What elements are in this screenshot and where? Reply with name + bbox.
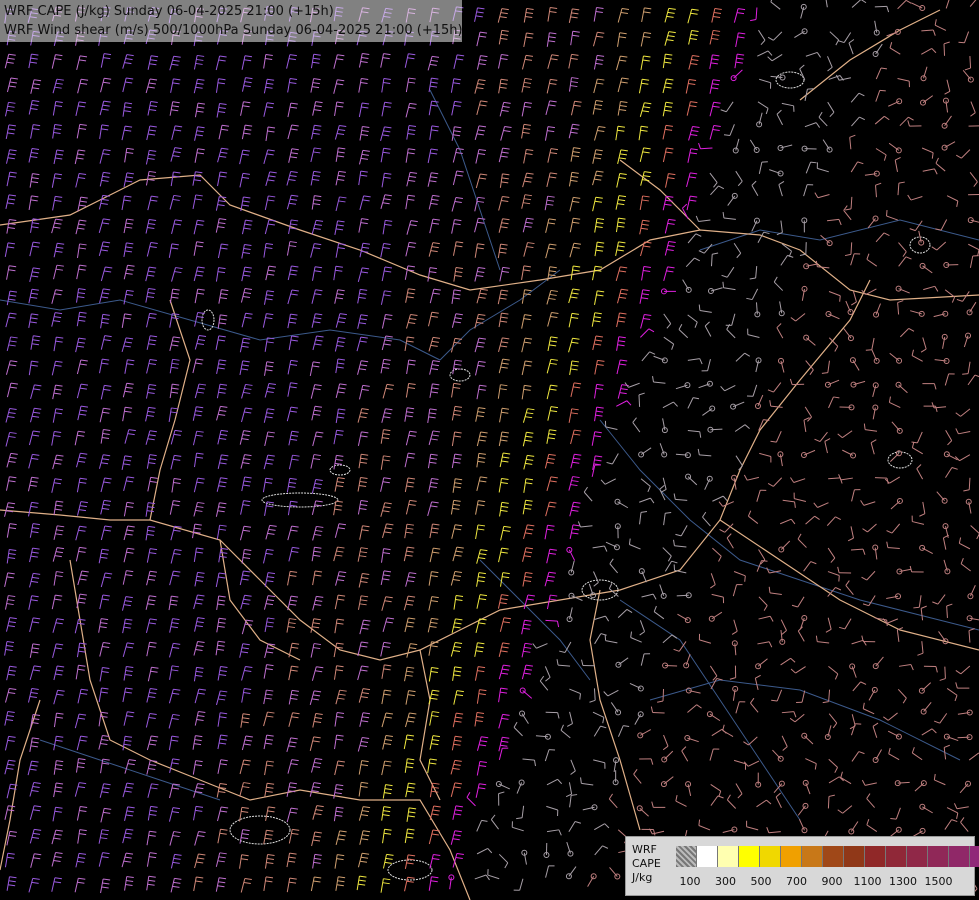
wind-barb-feather [913, 606, 920, 609]
wind-barb-feather [962, 373, 969, 375]
wind-barb-feather [958, 41, 965, 44]
weather-map [0, 0, 979, 900]
wind-barb-staff [638, 394, 641, 407]
wind-barb-staff [943, 43, 946, 56]
wind-barb-feather [886, 209, 888, 217]
wind-barb-staff [969, 56, 972, 69]
wind-barb-feather [744, 575, 746, 582]
wind-barb-staff [710, 428, 723, 431]
wind-barb-feather [698, 304, 701, 311]
wind-barb-staff [944, 666, 946, 679]
wind-barb-feather [810, 161, 817, 164]
wind-barb-feather [839, 295, 841, 302]
wind-barb-staff [676, 594, 689, 597]
wind-barb-feather [723, 134, 731, 136]
map-background [0, 0, 979, 900]
wind-barb-staff [874, 5, 887, 8]
wind-barb-feather [722, 281, 725, 288]
